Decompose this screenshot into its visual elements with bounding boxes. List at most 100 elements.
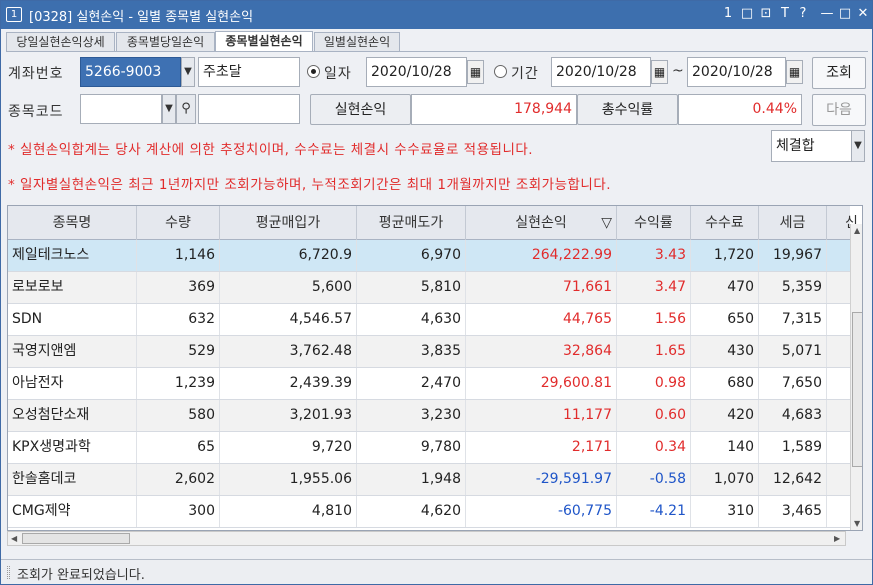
scroll-up-icon[interactable]: ▲ xyxy=(854,226,860,235)
maximize-icon[interactable]: □ xyxy=(836,5,854,23)
search-icon[interactable]: ⚲ xyxy=(176,94,196,124)
cell-avg-sell: 6,970 xyxy=(357,240,466,271)
period-radio[interactable] xyxy=(494,65,507,78)
period-from-input[interactable]: 2020/10/28 xyxy=(551,57,651,87)
tab-stock-today-pnl[interactable]: 종목별당일손익 xyxy=(116,32,215,52)
query-button[interactable]: 조회 xyxy=(812,57,866,89)
cell-avg-sell: 3,835 xyxy=(357,336,466,367)
scroll-left-icon[interactable]: ◀ xyxy=(11,534,17,543)
table-row[interactable]: 한솔홈데코 2,602 1,955.06 1,948 -29,591.97 -0.58 1,… xyxy=(8,464,850,496)
cell-avg-sell: 2,470 xyxy=(357,368,466,399)
cell-avg-buy: 9,720 xyxy=(220,432,357,463)
table-row[interactable]: SDN 632 4,546.57 4,630 44,765 1.56 650 7,315 xyxy=(8,304,850,336)
date-radio[interactable] xyxy=(307,65,320,78)
sort-desc-icon[interactable]: ▽ xyxy=(601,206,612,240)
account-dropdown-icon[interactable]: ▼ xyxy=(181,57,195,87)
cell-fee: 420 xyxy=(691,400,759,431)
calendar-icon[interactable]: ▦ xyxy=(467,60,484,84)
cell-realized-pnl: 32,864 xyxy=(466,336,617,367)
horizontal-scrollbar[interactable]: ◀ ▶ xyxy=(7,531,846,546)
link-icon[interactable]: 1 xyxy=(719,5,737,23)
cell-tax: 12,642 xyxy=(759,464,827,495)
cell-stock-name: 로보로보 xyxy=(8,272,137,303)
table-row[interactable]: 국영지앤엠 529 3,762.48 3,835 32,864 1.65 430 5,071 xyxy=(8,336,850,368)
cell-tax: 5,359 xyxy=(759,272,827,303)
period-to-input[interactable]: 2020/10/28 xyxy=(687,57,786,87)
font-size-icon[interactable]: T xyxy=(776,5,794,23)
cell-tax: 5,071 xyxy=(759,336,827,367)
cell-fee: 470 xyxy=(691,272,759,303)
cell-fee: 310 xyxy=(691,496,759,527)
tab-daily-realized-pnl[interactable]: 일별실현손익 xyxy=(314,32,400,52)
period-radio-label: 기간 xyxy=(511,66,539,82)
table-row[interactable]: 아남전자 1,239 2,439.39 2,470 29,600.81 0.98 680 7,… xyxy=(8,368,850,400)
table-row[interactable]: CMG제약 300 4,810 4,620 -60,775 -4.21 310 3,465 xyxy=(8,496,850,528)
account-number-input[interactable]: 5266-9003 xyxy=(80,57,181,87)
col-quantity[interactable]: 수량 xyxy=(137,206,220,240)
cell-realized-pnl: -60,775 xyxy=(466,496,617,527)
cell-realized-pnl: -29,591.97 xyxy=(466,464,617,495)
calendar-icon[interactable]: ▦ xyxy=(651,60,668,84)
cell-fee: 680 xyxy=(691,368,759,399)
cell-quantity: 2,602 xyxy=(137,464,220,495)
table-row[interactable]: 오성첨단소재 580 3,201.93 3,230 11,177 0.60 420 4,683 xyxy=(8,400,850,432)
cell-stock-name: 한솔홈데코 xyxy=(8,464,137,495)
horizontal-scroll-thumb[interactable] xyxy=(22,533,130,544)
cell-avg-buy: 3,762.48 xyxy=(220,336,357,367)
cell-tax: 7,650 xyxy=(759,368,827,399)
scroll-down-icon[interactable]: ▼ xyxy=(854,519,860,528)
status-grip-icon xyxy=(7,566,10,579)
realized-pnl-table: 종목명 수량 평균매입가 평균매도가 실현손익 ▽ 수익률 수수료 세금 신 제… xyxy=(7,205,863,531)
col-tax[interactable]: 세금 xyxy=(759,206,827,240)
table-row[interactable]: 제일테크노스 1,146 6,720.9 6,970 264,222.99 3.43 1,7… xyxy=(8,240,850,272)
cell-avg-sell: 3,230 xyxy=(357,400,466,431)
cell-realized-pnl: 2,171 xyxy=(466,432,617,463)
cell-tax: 1,589 xyxy=(759,432,827,463)
cell-avg-sell: 9,780 xyxy=(357,432,466,463)
cell-avg-buy: 4,810 xyxy=(220,496,357,527)
status-message: 조회가 완료되었습니다. xyxy=(17,568,145,583)
cell-quantity: 580 xyxy=(137,400,220,431)
fill-sum-select[interactable]: 체결합 xyxy=(771,130,853,162)
tab-today-realized-detail[interactable]: 당일실현손익상세 xyxy=(6,32,115,52)
vertical-scroll-thumb[interactable] xyxy=(852,312,862,467)
col-avg-buy[interactable]: 평균매입가 xyxy=(220,206,357,240)
vertical-scrollbar[interactable]: ▲ ▼ xyxy=(850,224,862,530)
scroll-right-icon[interactable]: ▶ xyxy=(834,534,840,543)
cell-stock-name: CMG제약 xyxy=(8,496,137,527)
stock-code-label: 종목코드 xyxy=(8,104,64,120)
tab-stock-realized-pnl[interactable]: 종목별실현손익 xyxy=(215,31,313,52)
cell-return-rate: -0.58 xyxy=(617,464,691,495)
pin-icon[interactable]: ⊡ xyxy=(757,5,775,23)
fill-sum-dropdown-icon[interactable]: ▼ xyxy=(851,130,865,162)
cell-realized-pnl: 71,661 xyxy=(466,272,617,303)
table-row[interactable]: KPX생명과학 65 9,720 9,780 2,171 0.34 140 1,589 xyxy=(8,432,850,464)
col-realized-pnl[interactable]: 실현손익 ▽ xyxy=(466,206,617,240)
calendar-icon[interactable]: ▦ xyxy=(786,60,803,84)
cell-fee: 650 xyxy=(691,304,759,335)
cell-tax: 3,465 xyxy=(759,496,827,527)
copy-window-icon[interactable]: □ xyxy=(738,5,756,23)
cell-quantity: 529 xyxy=(137,336,220,367)
table-row[interactable]: 로보로보 369 5,600 5,810 71,661 3.47 470 5,359 xyxy=(8,272,850,304)
col-stock-name[interactable]: 종목명 xyxy=(8,206,137,240)
cell-stock-name: 오성첨단소재 xyxy=(8,400,137,431)
stock-name-field xyxy=(198,94,300,124)
date-input[interactable]: 2020/10/28 xyxy=(366,57,467,87)
stock-code-dropdown-icon[interactable]: ▼ xyxy=(162,94,176,124)
minimize-icon[interactable]: — xyxy=(818,5,836,23)
stock-code-input[interactable] xyxy=(80,94,162,124)
cell-realized-pnl: 29,600.81 xyxy=(466,368,617,399)
col-fee[interactable]: 수수료 xyxy=(691,206,759,240)
close-icon[interactable]: ✕ xyxy=(854,5,872,23)
app-icon: 1 xyxy=(6,7,22,22)
period-separator: ~ xyxy=(672,63,685,79)
next-button[interactable]: 다음 xyxy=(812,94,866,126)
help-icon[interactable]: ? xyxy=(794,5,812,23)
cell-return-rate: -4.21 xyxy=(617,496,691,527)
cell-fee: 140 xyxy=(691,432,759,463)
cell-avg-sell: 5,810 xyxy=(357,272,466,303)
col-return-rate[interactable]: 수익률 xyxy=(617,206,691,240)
cell-return-rate: 1.56 xyxy=(617,304,691,335)
col-avg-sell[interactable]: 평균매도가 xyxy=(357,206,466,240)
